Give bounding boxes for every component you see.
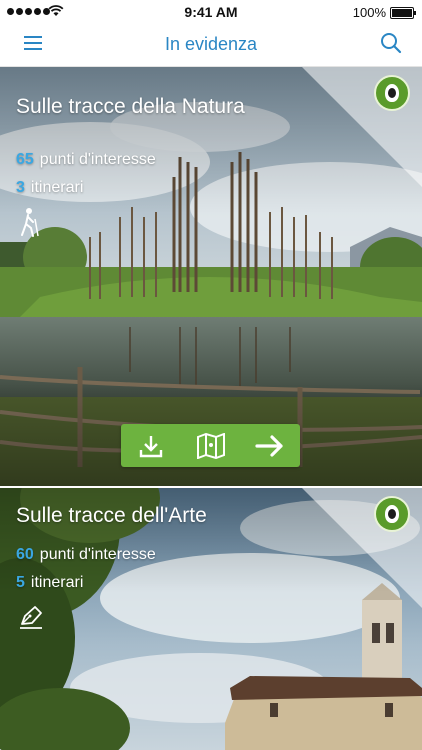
poi-stat: 60 punti d'interesse bbox=[16, 546, 156, 564]
download-button[interactable] bbox=[121, 424, 181, 467]
map-button[interactable] bbox=[181, 424, 241, 467]
poi-count: 60 bbox=[16, 546, 34, 563]
routes-count: 3 bbox=[16, 179, 25, 196]
poi-count: 65 bbox=[16, 151, 34, 168]
poi-label: punti d'interesse bbox=[39, 546, 156, 563]
map-icon bbox=[196, 432, 225, 459]
pen-icon bbox=[20, 606, 42, 629]
menu-button[interactable] bbox=[24, 35, 42, 51]
battery-icon bbox=[390, 7, 416, 19]
poi-stat: 65 punti d'interesse bbox=[16, 151, 156, 169]
poi-label: punti d'interesse bbox=[39, 151, 156, 168]
routes-stat: 3 itinerari bbox=[16, 179, 83, 197]
park-logo-badge bbox=[374, 75, 410, 111]
routes-label: itinerari bbox=[30, 574, 84, 591]
arrow-right-icon bbox=[255, 434, 283, 457]
card-action-bar bbox=[121, 424, 300, 467]
card-title: Sulle tracce della Natura bbox=[16, 95, 245, 118]
nav-bar: In evidenza bbox=[0, 24, 422, 67]
featured-card-art[interactable]: Sulle tracce dell'Arte 60 punti d'interes… bbox=[0, 488, 422, 750]
routes-stat: 5 itinerari bbox=[16, 574, 83, 592]
routes-count: 5 bbox=[16, 574, 25, 591]
park-logo-badge bbox=[374, 496, 410, 532]
open-button[interactable] bbox=[240, 424, 300, 467]
card-title: Sulle tracce dell'Arte bbox=[16, 504, 207, 527]
hiking-icon bbox=[21, 208, 39, 237]
routes-label: itinerari bbox=[30, 179, 84, 196]
featured-card-nature[interactable]: Sulle tracce della Natura 65 punti d'inte… bbox=[0, 67, 422, 486]
page-title: In evidenza bbox=[164, 34, 258, 54]
search-icon[interactable] bbox=[380, 32, 402, 54]
battery-percent: 100% bbox=[352, 5, 386, 20]
download-icon bbox=[139, 435, 163, 457]
status-bar: 9:41 AM 100% bbox=[0, 0, 422, 24]
